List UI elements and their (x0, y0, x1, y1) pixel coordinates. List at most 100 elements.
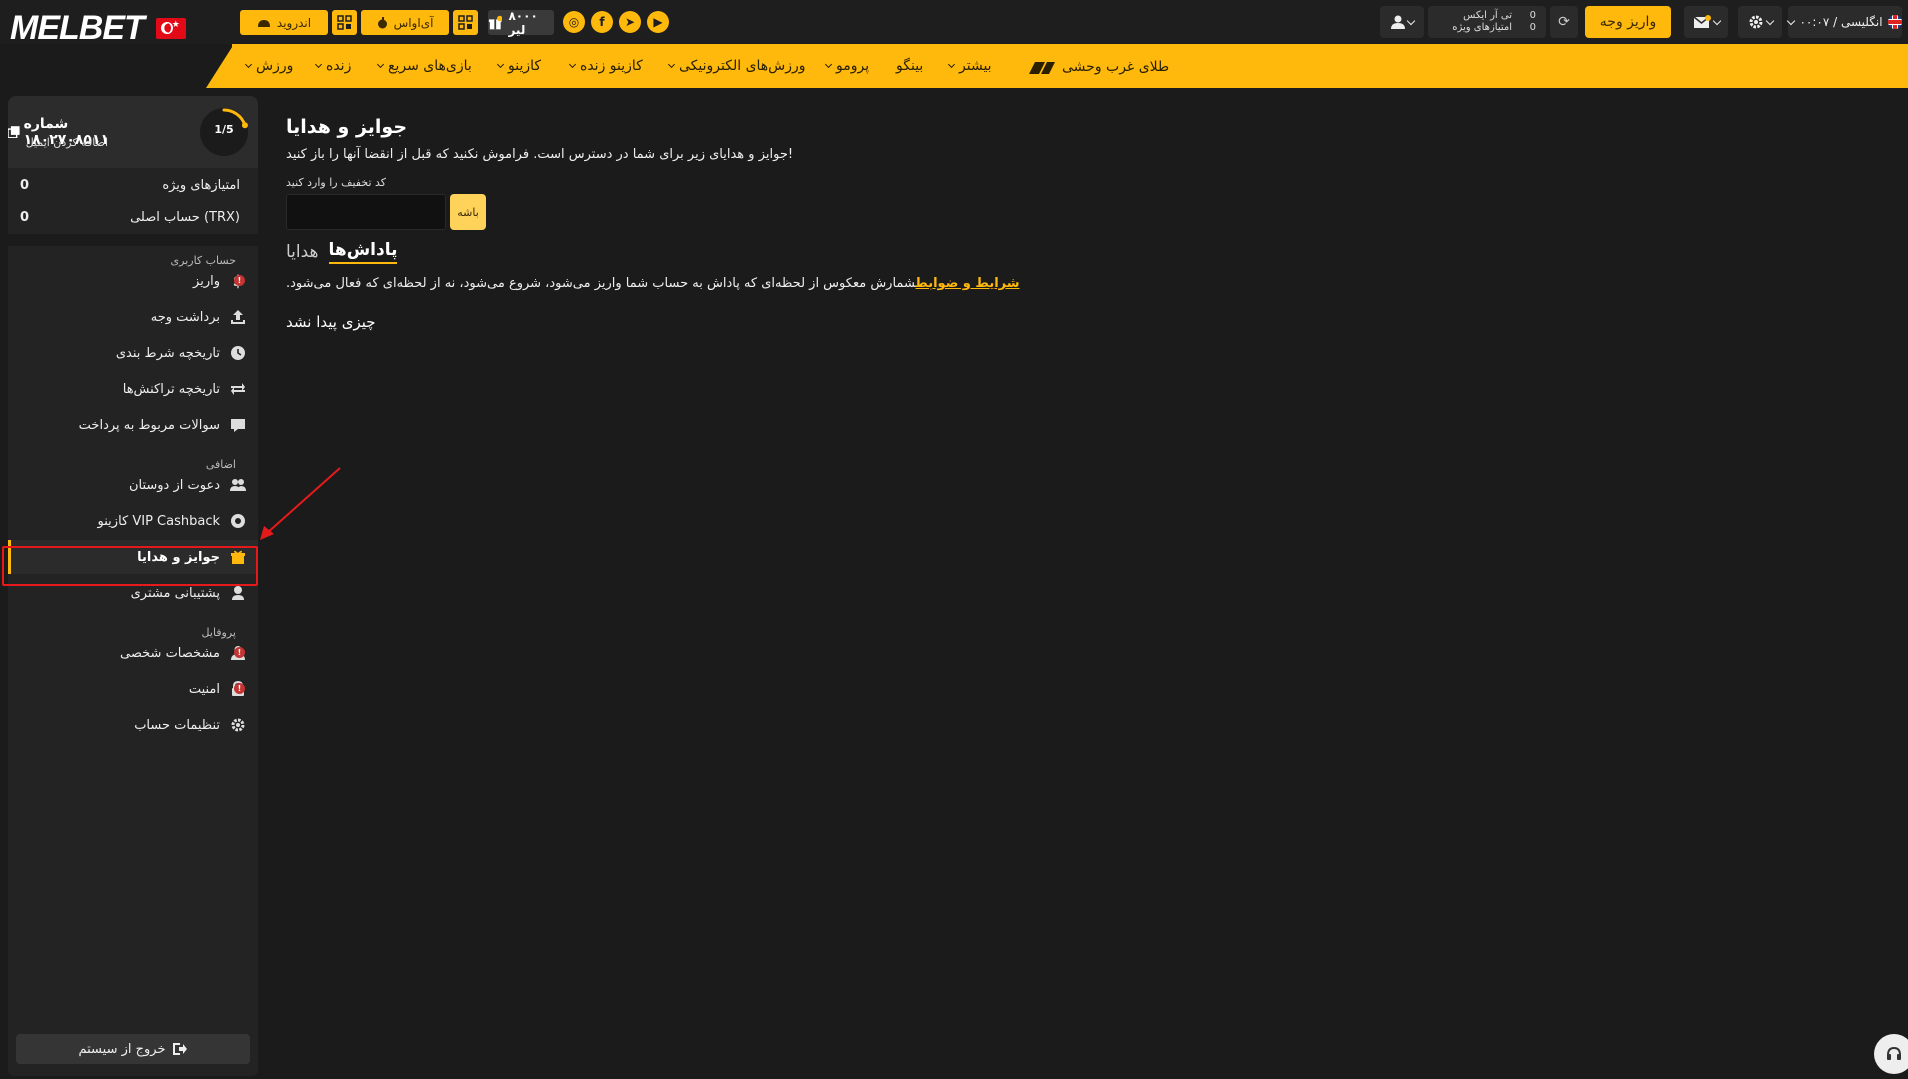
android-app-button[interactable]: اندروید (240, 10, 328, 35)
profile-card: شماره ۱۸۰۲۷۰۸۵۱۱ اضافه کردن ایمیل 1/5 (8, 96, 258, 168)
user-icon (1391, 15, 1405, 29)
sidebar-item-deposit[interactable]: واریز $ ! (8, 264, 258, 298)
annotation-arrow (260, 467, 341, 540)
gift-icon (488, 15, 503, 29)
logout-label: خروج از سیستم (78, 1041, 166, 1057)
user-menu-button[interactable] (1380, 6, 1424, 38)
sidebar-item-vip-cashback[interactable]: کازینو VIP Cashback (8, 504, 258, 538)
nav-item-bingo[interactable]: بینگو (896, 58, 923, 74)
sidebar-item-label: برداشت وجه (150, 309, 220, 325)
bonus-chip[interactable]: ۸۰۰۰ لیر (488, 9, 554, 37)
qr-icon (458, 15, 473, 30)
facebook-icon[interactable]: f (591, 11, 613, 33)
qr-icon (337, 15, 352, 30)
alert-icon: ! (234, 647, 245, 658)
profile-progress-label: 1/5 (214, 123, 234, 136)
sidebar-item-settings[interactable]: تنظیمات حساب (8, 708, 258, 742)
messages-button[interactable] (1684, 6, 1728, 38)
youtube-icon[interactable]: ▶ (647, 11, 669, 33)
page-description: جوایز و هدایای زیر برای شما در دسترس است… (286, 147, 794, 162)
alert-icon: ! (234, 683, 245, 694)
sidebar-item-label: واریز (193, 273, 220, 289)
nav-item-casino[interactable]: کازینو (496, 58, 541, 74)
language-label: انگلیسی / ۰۰:۰۷ (1799, 15, 1883, 29)
nav-label: بینگو (896, 58, 924, 74)
account-value-2: 0 (1529, 22, 1536, 33)
nav-item-more[interactable]: بیشتر (947, 58, 992, 74)
telegram-icon[interactable]: ➤ (619, 11, 641, 33)
deposit-button[interactable]: واریز وجه (1585, 6, 1671, 38)
sidebar-item-label: تاریخچه تراکنش‌ها (122, 381, 220, 397)
chevron-down-icon (1712, 16, 1721, 25)
terms-text: شمارش معکوس از لحظه‌ای که پاداش به حساب … (286, 276, 916, 291)
promo-submit-button[interactable]: باشه (450, 194, 486, 230)
promo-code-input[interactable] (286, 194, 446, 230)
sidebar-item-security[interactable]: امنیت ! (8, 672, 258, 706)
sidebar-item-invite[interactable]: دعوت از دوستان (8, 468, 258, 502)
refresh-icon[interactable]: ⟳ (1550, 6, 1578, 38)
sidebar-item-label: دعوت از دوستان (128, 477, 220, 493)
instagram-icon[interactable]: ◎ (563, 11, 585, 33)
sidebar-item-label: امنیت (188, 681, 220, 697)
nav-item-live[interactable]: زنده (314, 58, 352, 74)
promo-code-label: کد تخفیف را وارد کنید (286, 176, 387, 189)
empty-message: چیزی پیدا نشد (286, 313, 376, 331)
balance-row-main[interactable]: 0 حساب اصلی (TRX) (8, 202, 258, 232)
sidebar-item-label: پشتیبانی مشتری (130, 585, 220, 601)
android-qr-button[interactable] (332, 10, 357, 35)
add-email-link[interactable]: اضافه کردن ایمیل (26, 136, 108, 149)
tab-rewards[interactable]: پاداش‌ها (328, 240, 398, 264)
account-balance-box[interactable]: تی آر ایکس امتیازهای ویژه 0 0 (1428, 6, 1546, 38)
payment-question-icon (230, 417, 246, 433)
terms-link[interactable]: شرایط و ضوابط (916, 276, 1020, 291)
mail-icon (1693, 15, 1711, 28)
chevron-down-icon (1787, 16, 1796, 25)
language-selector[interactable]: انگلیسی / ۰۰:۰۷ (1787, 6, 1902, 38)
nav-label: کازینو زنده (580, 58, 643, 74)
sidebar-item-personal[interactable]: مشخصات شخصی ! (8, 636, 258, 670)
apple-icon (377, 16, 387, 28)
tab-gifts[interactable]: هدایا (286, 242, 319, 264)
nav-item-esports[interactable]: ورزش‌های الکترونیکی (667, 58, 806, 74)
balance-value: 0 (20, 210, 30, 225)
nav-item-live-casino[interactable]: کازینو زنده (568, 58, 643, 74)
balance-label: امتیازهای ویژه (162, 178, 240, 193)
ios-app-button[interactable]: آی‌اواس (361, 10, 449, 35)
navbar-edge (206, 44, 234, 88)
android-label: اندروید (276, 15, 312, 30)
logo[interactable]: MELBET (10, 8, 186, 48)
sidebar-item-label: جوایز و هدایا (137, 549, 220, 565)
account-label-2: امتیازهای ویژه (1452, 22, 1512, 33)
gear-icon (230, 717, 246, 733)
balance-value: 0 (20, 178, 30, 193)
sidebar-item-label: سوالات مربوط به پرداخت (78, 417, 220, 433)
gold-bars-icon (1029, 62, 1055, 74)
copy-icon[interactable] (8, 126, 20, 138)
logout-icon (172, 1043, 187, 1055)
sidebar-item-payment-faq[interactable]: سوالات مربوط به پرداخت (8, 408, 258, 442)
ios-qr-button[interactable] (453, 10, 478, 35)
chevron-down-icon (1765, 16, 1774, 25)
alert-icon: ! (234, 275, 245, 286)
top-bar: MELBET اندروید آی‌اواس ۸۰۰۰ لیر ◎ f ➤ ▶ … (0, 0, 1908, 47)
sidebar-item-withdraw[interactable]: برداشت وجه (8, 300, 258, 334)
sidebar-item-transactions[interactable]: تاریخچه تراکنش‌ها (8, 372, 258, 406)
sidebar-item-label: تاریخچه شرط بندی (115, 345, 220, 361)
sidebar-item-support[interactable]: پشتیبانی مشتری (8, 576, 258, 610)
logout-button[interactable]: خروج از سیستم (16, 1034, 250, 1064)
nav-item-sports[interactable]: ورزش (244, 58, 293, 74)
balance-row-bonus[interactable]: 0 امتیازهای ویژه (8, 170, 258, 200)
nav-item-fast-games[interactable]: بازی‌های سریع (376, 58, 472, 74)
settings-button[interactable] (1738, 6, 1782, 38)
headset-icon (1887, 1046, 1901, 1060)
support-chat-button[interactable] (1874, 1034, 1908, 1074)
nav-label: زنده (326, 58, 352, 74)
nav-item-promo[interactable]: پرومو (824, 58, 869, 74)
main-nav: طلای غرب وحشی بیشتر بینگو پرومو ورزش‌های… (232, 44, 1908, 88)
gift-icon (230, 549, 246, 565)
nav-item-wild-west-gold[interactable]: طلای غرب وحشی (1027, 58, 1169, 76)
balances: 0 امتیازهای ویژه 0 حساب اصلی (TRX) (8, 168, 258, 234)
sidebar-item-gifts[interactable]: جوایز و هدایا (8, 540, 258, 574)
sidebar-item-bet-history[interactable]: تاریخچه شرط بندی (8, 336, 258, 370)
users-icon (230, 477, 246, 493)
